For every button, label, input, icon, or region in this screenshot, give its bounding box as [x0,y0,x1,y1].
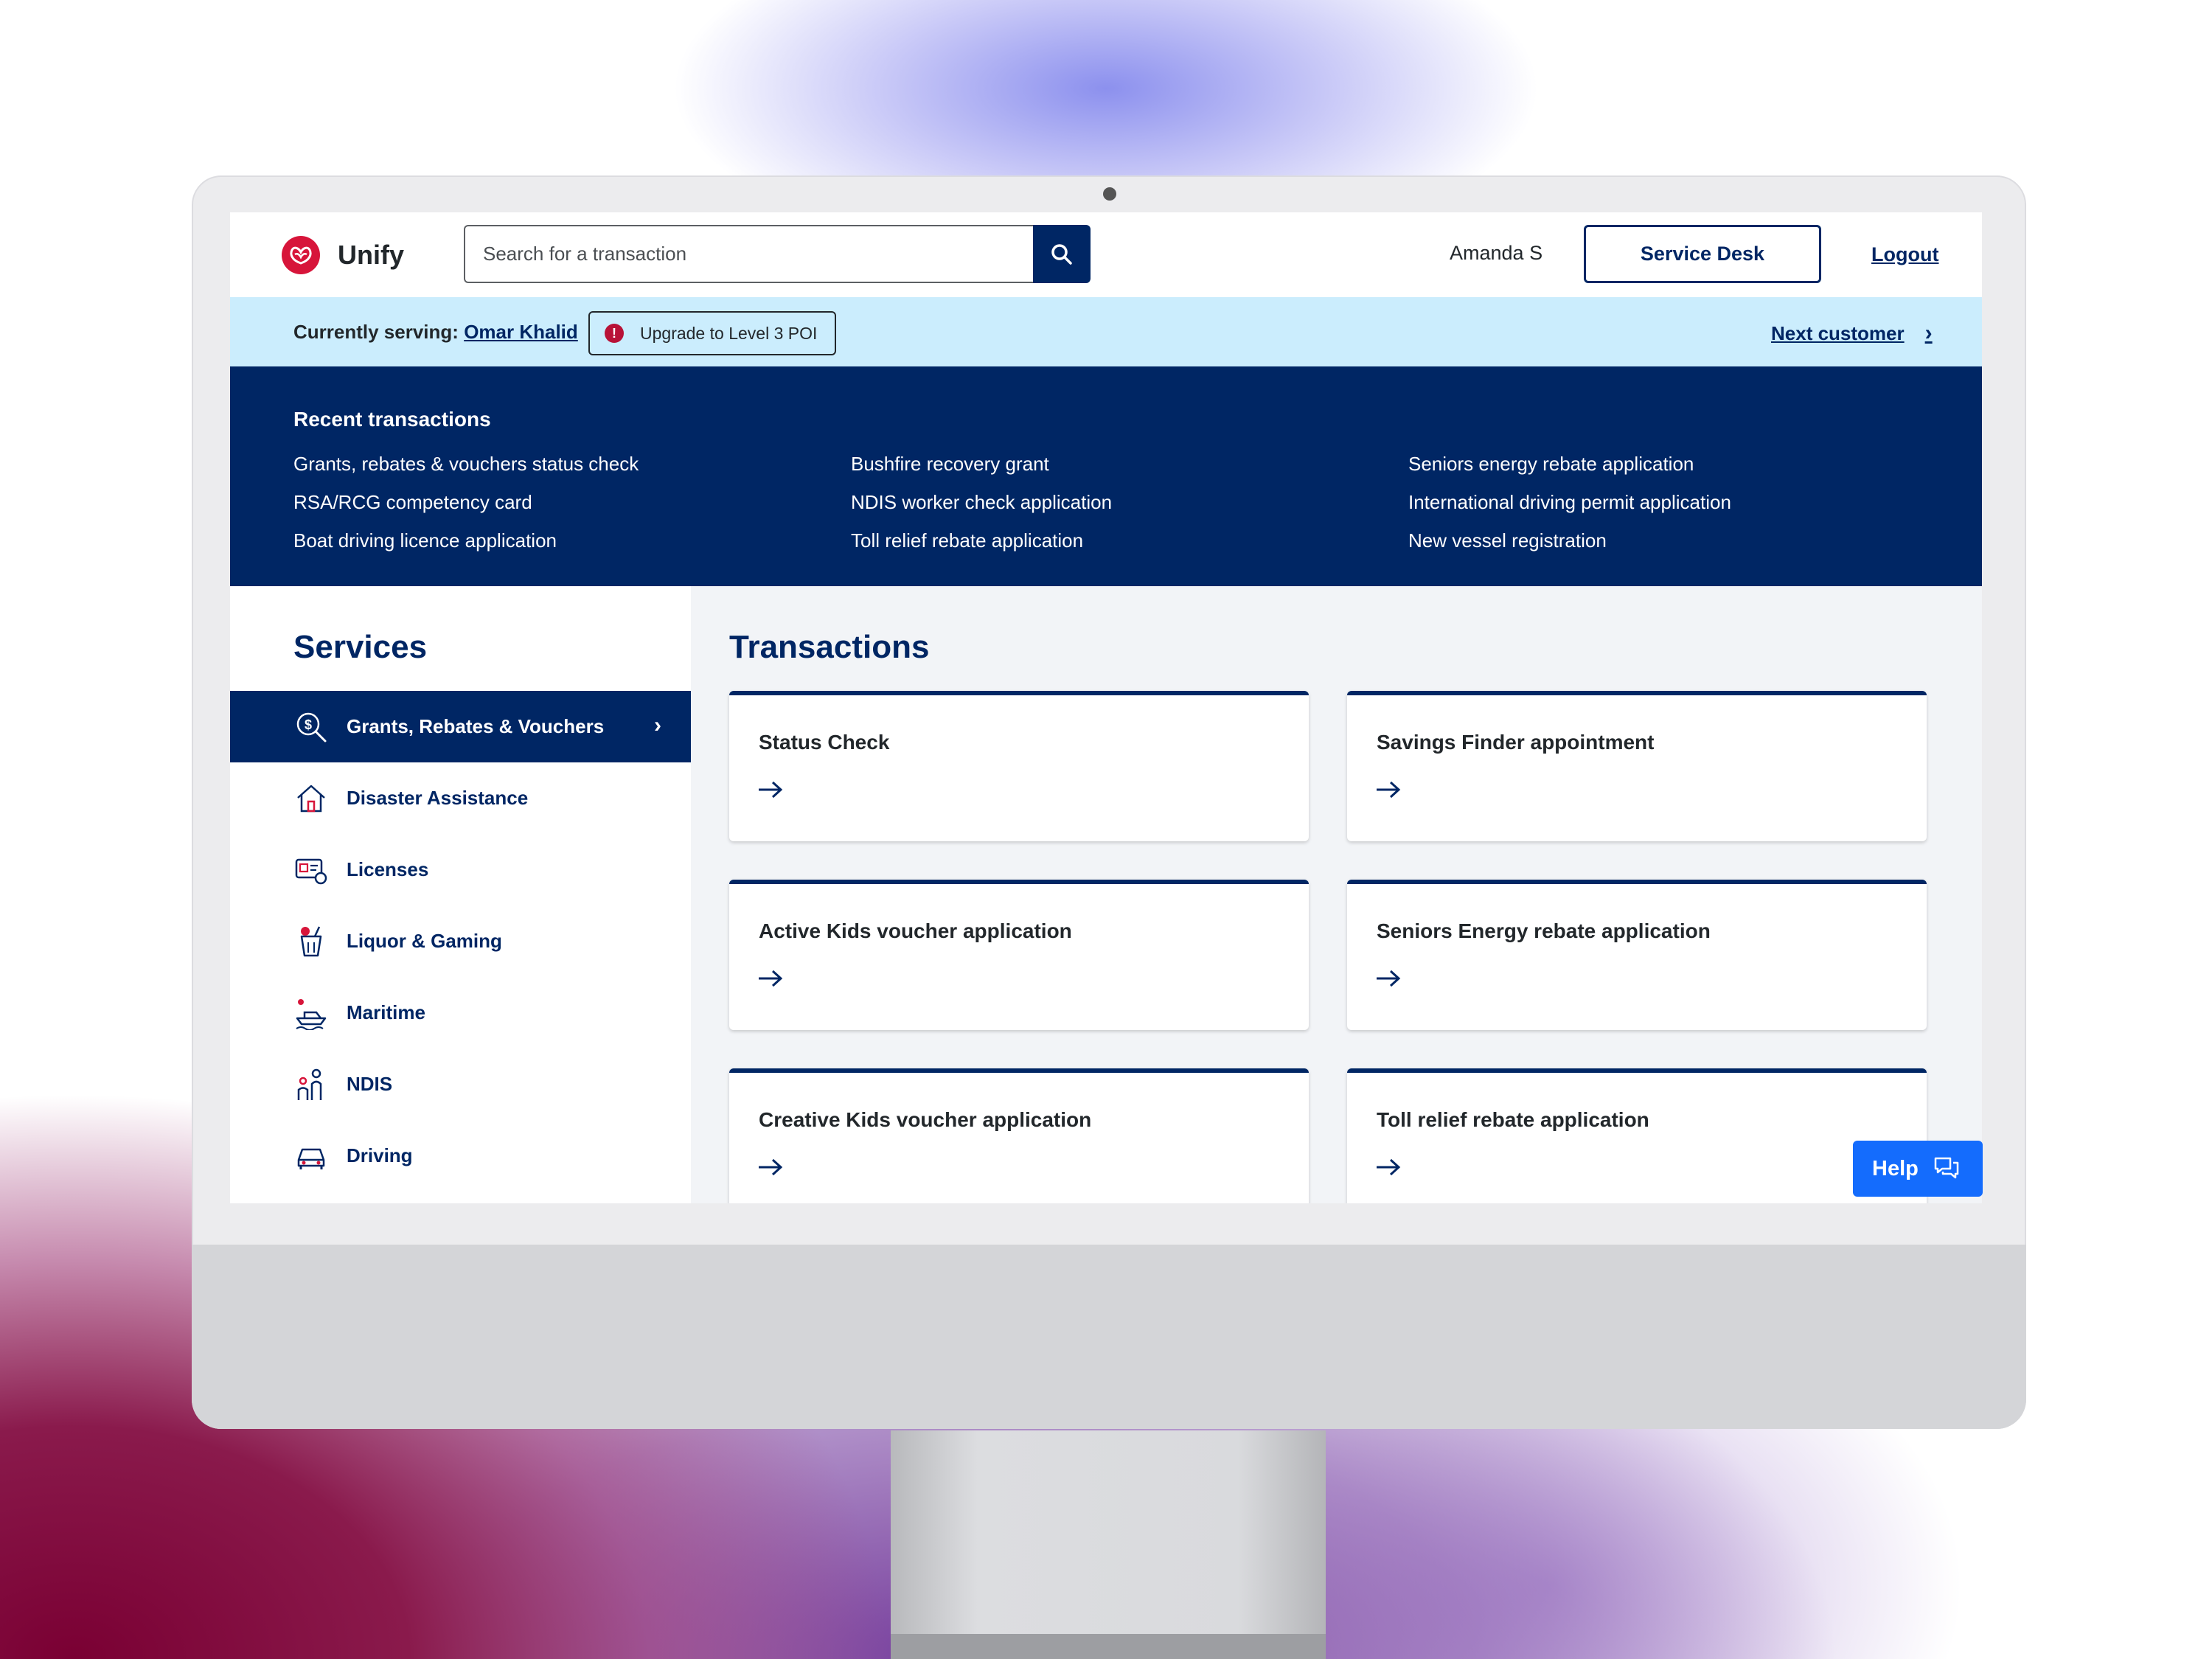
service-item-label: Driving [347,1144,413,1166]
license-card-icon [293,852,329,888]
transactions-panel: Transactions Status Check Savings Finder… [691,586,1982,1203]
dollar-search-icon: $ [293,709,329,745]
next-customer-link[interactable]: Next customer › [1771,321,1933,346]
monitor-stand-foot [891,1634,1326,1659]
service-item-driving[interactable]: Driving [230,1120,691,1192]
currently-serving-label: Currently serving: Omar Khalid [293,321,578,344]
service-item-label: Maritime [347,1001,425,1023]
service-item-liquor-gaming[interactable]: Liquor & Gaming [230,905,691,977]
car-icon [293,1138,329,1174]
transaction-card[interactable]: Toll relief rebate application [1347,1068,1927,1203]
search-bar [464,225,1091,283]
camera-icon [1103,187,1116,201]
service-item-label: Grants, Rebates & Vouchers [347,715,605,737]
recent-transaction-link[interactable]: International driving permit application [1408,483,1966,521]
app-logo[interactable]: Unify [282,236,404,274]
app-name: Unify [338,240,404,270]
people-icon [293,1067,329,1102]
recent-transaction-link[interactable]: New vessel registration [1408,521,1966,560]
service-item-grants[interactable]: $ Grants, Rebates & Vouchers › [230,691,691,762]
chevron-right-icon: › [654,713,661,737]
recent-transactions-list: Grants, rebates & vouchers status check … [293,445,1966,560]
chat-bubble-icon [1934,1157,1959,1179]
search-icon [1051,243,1072,265]
arrow-right-icon [759,970,783,987]
arrow-right-icon [1377,1158,1401,1176]
recent-transaction-link[interactable]: Seniors energy rebate application [1408,445,1966,483]
recent-transaction-link[interactable]: Bushfire recovery grant [851,445,1408,483]
transactions-title: Transactions [729,629,930,665]
recent-transactions-title: Recent transactions [293,408,491,431]
recent-transactions-panel: Recent transactions Grants, rebates & vo… [230,366,1982,586]
recent-transaction-link[interactable]: Grants, rebates & vouchers status check [293,445,851,483]
service-desk-button[interactable]: Service Desk [1584,225,1821,283]
service-item-ndis[interactable]: NDIS [230,1048,691,1120]
recent-transaction-link[interactable]: Boat driving licence application [293,521,851,560]
transaction-card[interactable]: Active Kids voucher application [729,880,1309,1030]
transaction-card[interactable]: Status Check [729,691,1309,841]
house-icon [293,781,329,816]
monitor-stand [891,1430,1326,1659]
next-customer-label: Next customer [1771,321,1905,344]
transaction-card[interactable]: Savings Finder appointment [1347,691,1927,841]
service-item-label: Disaster Assistance [347,787,529,809]
transaction-card-label: Active Kids voucher application [759,919,1072,942]
search-button[interactable] [1033,225,1091,283]
service-item-label: NDIS [347,1073,393,1095]
transaction-card-label: Toll relief rebate application [1377,1108,1649,1131]
user-name: Amanda S [1450,242,1543,264]
arrow-right-icon [759,1158,783,1176]
service-item-label: Liquor & Gaming [347,930,502,952]
services-panel: Services $ Grants, Rebates & Vouchers › [230,586,691,1203]
logout-link[interactable]: Logout [1871,243,1938,266]
transaction-card[interactable]: Creative Kids voucher application [729,1068,1309,1203]
services-title: Services [293,629,428,665]
alert-icon: ! [605,324,624,343]
serving-prefix: Currently serving: [293,321,459,343]
services-list: $ Grants, Rebates & Vouchers › Disaster … [230,691,691,1192]
upgrade-poi-button[interactable]: ! Upgrade to Level 3 POI [588,311,836,355]
transaction-card-label: Creative Kids voucher application [759,1108,1092,1131]
boat-icon [293,995,329,1031]
transaction-card-label: Seniors Energy rebate application [1377,919,1711,942]
drink-icon [293,924,329,959]
recent-transaction-link[interactable]: RSA/RCG competency card [293,483,851,521]
currently-serving-bar: Currently serving: Omar Khalid ! Upgrade… [230,297,1982,366]
help-button[interactable]: Help [1853,1141,1983,1197]
chevron-right-icon: › [1924,321,1933,345]
arrow-right-icon [1377,970,1401,987]
service-item-maritime[interactable]: Maritime [230,977,691,1048]
screen: Unify Amanda S Service Desk Logout Curre… [230,212,1982,1203]
header: Unify Amanda S Service Desk Logout [230,212,1982,297]
service-item-label: Licenses [347,858,429,880]
transaction-card-label: Savings Finder appointment [1377,731,1655,754]
help-label: Help [1872,1156,1919,1180]
waratah-logo-icon [282,236,320,274]
arrow-right-icon [1377,781,1401,799]
service-item-licenses[interactable]: Licenses [230,834,691,905]
customer-name-link[interactable]: Omar Khalid [464,321,578,343]
svg-text:$: $ [305,717,312,732]
transaction-card-label: Status Check [759,731,890,754]
transaction-card[interactable]: Seniors Energy rebate application [1347,880,1927,1030]
recent-transaction-link[interactable]: NDIS worker check application [851,483,1408,521]
arrow-right-icon [759,781,783,799]
recent-transaction-link[interactable]: Toll relief rebate application [851,521,1408,560]
search-input[interactable] [464,225,1033,283]
service-item-disaster[interactable]: Disaster Assistance [230,762,691,834]
monitor-chin [192,1245,2026,1429]
upgrade-poi-label: Upgrade to Level 3 POI [640,323,818,343]
